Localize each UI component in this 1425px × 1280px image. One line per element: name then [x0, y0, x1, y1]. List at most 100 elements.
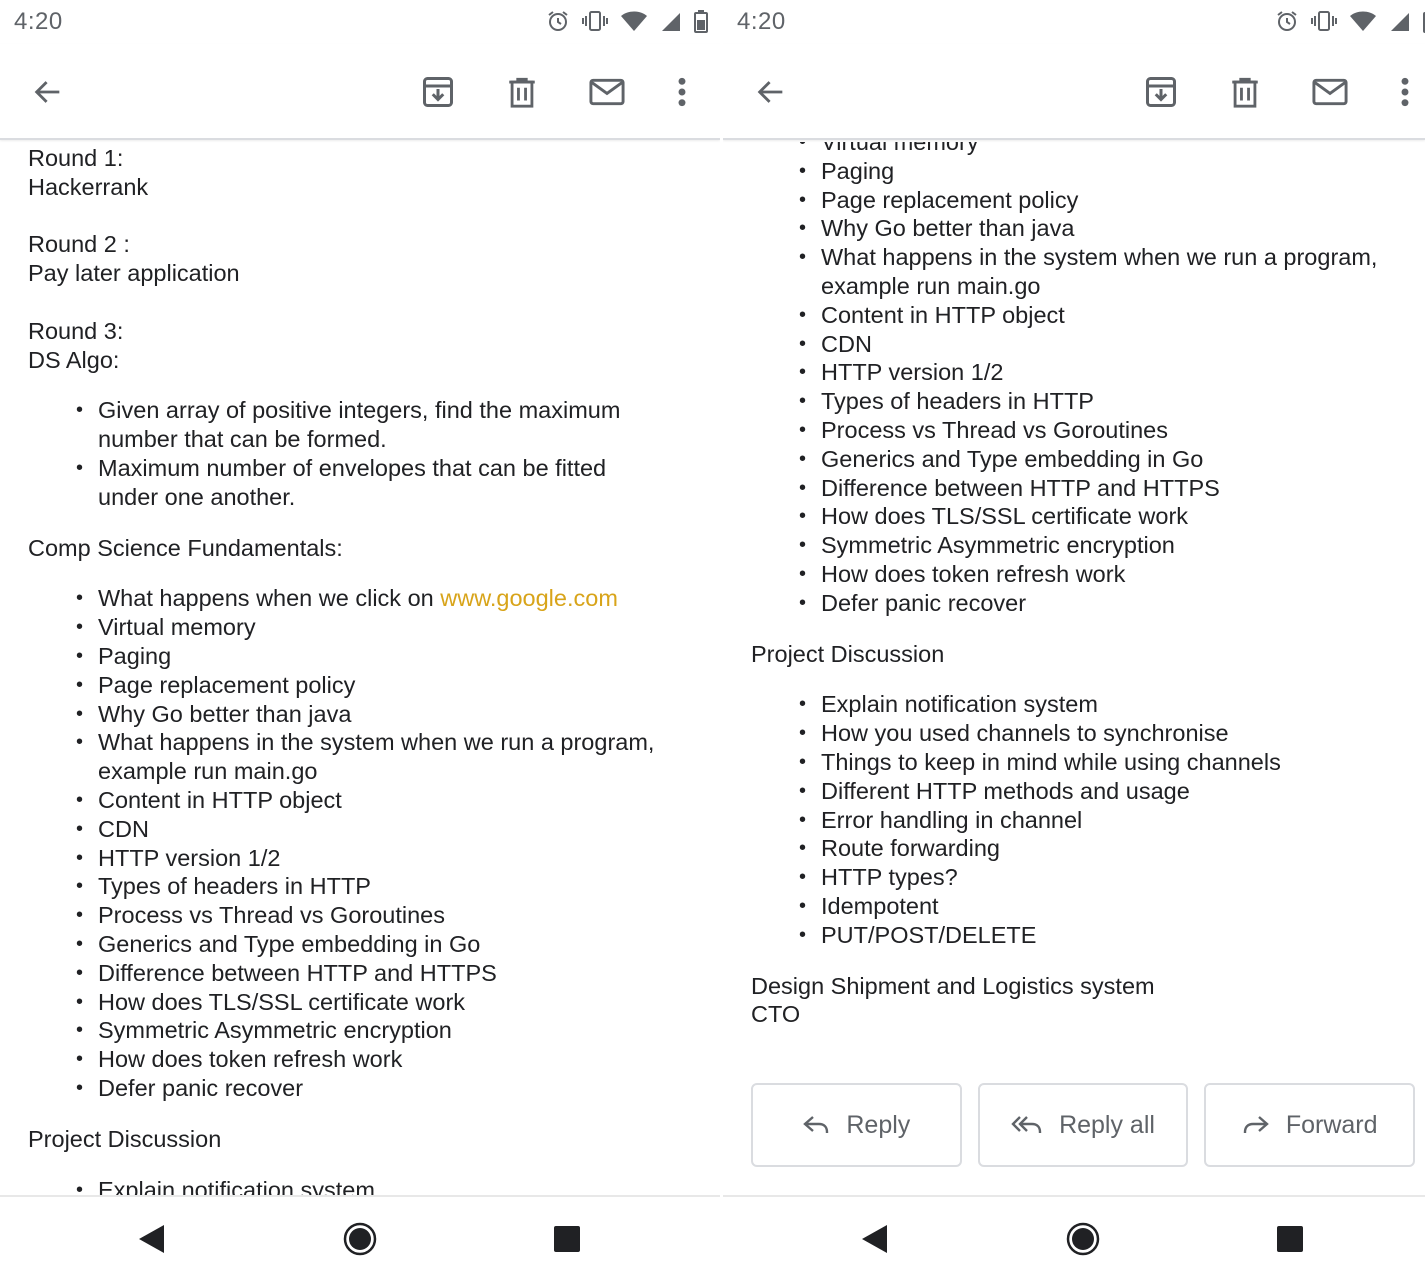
list-item: Defer panic recover	[799, 589, 1415, 618]
more-options-button[interactable]	[1381, 68, 1425, 116]
round3-block: Round 3: DS Algo:	[28, 317, 710, 375]
system-nav-bar	[0, 1195, 720, 1280]
list-item: HTTP version 1/2	[799, 358, 1415, 387]
more-options-button[interactable]	[658, 68, 706, 116]
delete-button[interactable]	[1221, 68, 1269, 116]
reply-label: Reply	[846, 1110, 911, 1139]
list-item: Types of headers in HTTP	[799, 387, 1415, 416]
archive-button[interactable]	[414, 68, 462, 116]
nav-back-icon	[862, 1225, 887, 1253]
list-item: Difference between HTTP and HTTPS	[76, 959, 670, 988]
forward-button[interactable]: Forward	[1204, 1083, 1416, 1167]
system-nav-bar	[723, 1195, 1425, 1280]
nav-back-button[interactable]	[854, 1219, 894, 1259]
list-item: Difference between HTTP and HTTPS	[799, 474, 1415, 503]
status-icons	[1275, 8, 1425, 34]
nav-back-icon	[139, 1225, 164, 1253]
list-item: What happens when we click on www.google…	[76, 584, 670, 613]
list-item: Page replacement policy	[799, 186, 1415, 215]
design-line: Design Shipment and Logistics system	[751, 972, 1155, 999]
list-item: Maximum number of envelopes that can be …	[76, 454, 670, 512]
project-heading-text: Project Discussion	[28, 1125, 222, 1152]
list-item: Process vs Thread vs Goroutines	[76, 901, 670, 930]
mark-unread-button[interactable]	[583, 68, 631, 116]
project-heading: Project Discussion	[28, 1125, 710, 1154]
nav-recent-icon	[1277, 1226, 1303, 1252]
message-body: Round 1: Hackerrank Round 2 : Pay later …	[28, 144, 710, 1195]
signal-icon	[662, 13, 680, 31]
cs-first-text: What happens when we click on	[98, 585, 441, 612]
list-item: How does TLS/SSL certificate work	[799, 502, 1415, 531]
list-item: Process vs Thread vs Goroutines	[799, 416, 1415, 445]
project-heading: Project Discussion	[751, 640, 1415, 669]
reply-all-button[interactable]: Reply all	[977, 1083, 1189, 1167]
list-item: Explain notification system	[76, 1176, 710, 1196]
cs-list: What happens when we click on www.google…	[28, 584, 710, 1102]
cs-heading: Comp Science Fundamentals:	[28, 534, 710, 563]
nav-back-button[interactable]	[131, 1219, 171, 1259]
status-time: 4:20	[737, 8, 786, 35]
list-item: Generics and Type embedding in Go	[799, 445, 1415, 474]
list-item: Defer panic recover	[76, 1074, 670, 1103]
delete-button[interactable]	[498, 68, 546, 116]
nav-home-icon	[343, 1222, 377, 1256]
list-item: Page replacement policy	[76, 671, 670, 700]
mark-unread-button[interactable]	[1306, 68, 1354, 116]
message-toolbar	[723, 44, 1425, 140]
list-item: Explain notification system	[799, 690, 1415, 719]
mail-icon	[589, 78, 625, 106]
forward-label: Forward	[1285, 1110, 1378, 1139]
list-item: Things to keep in mind while using chann…	[799, 748, 1415, 777]
round2-detail: Pay later application	[28, 260, 240, 287]
nav-recent-icon	[554, 1226, 580, 1252]
list-item: HTTP types?	[799, 863, 1415, 892]
round1-block: Round 1: Hackerrank	[28, 144, 710, 202]
archive-icon	[1146, 77, 1176, 107]
reply-icon	[803, 1116, 829, 1133]
reply-button[interactable]: Reply	[751, 1083, 962, 1167]
list-item: Different HTTP methods and usage	[799, 777, 1415, 806]
message-body-viewport[interactable]: Virtual memory Paging Page replacement p…	[723, 142, 1425, 1195]
round1-title: Round 1:	[28, 145, 124, 171]
message-body: Virtual memory Paging Page replacement p…	[751, 142, 1415, 1058]
back-arrow-icon	[757, 81, 783, 103]
round1-detail: Hackerrank	[28, 173, 149, 200]
list-item: Symmetric Asymmetric encryption	[799, 531, 1415, 560]
nav-home-button[interactable]	[1063, 1219, 1103, 1259]
list-item: What happens in the system when we run a…	[76, 728, 670, 786]
left-screen: 4:20 Round 1: Hackerrank Round 2: Pay l…	[0, 0, 720, 1280]
delete-icon	[509, 77, 535, 108]
list-item: Symmetric Asymmetric encryption	[76, 1016, 670, 1045]
more-vert-icon	[678, 77, 686, 107]
wifi-icon	[621, 11, 647, 31]
nav-home-button[interactable]	[340, 1219, 380, 1259]
nav-recent-button[interactable]	[547, 1219, 587, 1259]
wifi-icon	[1350, 11, 1376, 31]
list-item: CDN	[76, 815, 670, 844]
status-icons	[546, 8, 708, 34]
nav-recent-button[interactable]	[1270, 1219, 1310, 1259]
back-button[interactable]	[24, 68, 72, 116]
list-item: Paging	[799, 157, 1415, 186]
cs-list: Virtual memory Paging Page replacement p…	[751, 142, 1415, 618]
project-list: Explain notification system How you used…	[751, 690, 1415, 949]
list-item: CDN	[799, 330, 1415, 359]
archive-icon	[423, 77, 453, 107]
message-toolbar	[0, 44, 720, 140]
back-button[interactable]	[747, 68, 795, 116]
list-item: Route forwarding	[799, 834, 1415, 863]
list-item: Virtual memory	[799, 142, 1415, 157]
list-item: How does token refresh work	[76, 1045, 670, 1074]
mail-icon	[1312, 78, 1348, 106]
google-link[interactable]: www.google.com	[440, 585, 618, 611]
list-item: What happens in the system when we run a…	[799, 243, 1415, 301]
list-item: Given array of positive integers, find t…	[76, 396, 670, 454]
status-bar: 4:20	[0, 0, 720, 44]
list-item: Generics and Type embedding in Go	[76, 930, 670, 959]
design-block: Design Shipment and Logistics system CTO	[751, 972, 1415, 1030]
list-item: Content in HTTP object	[799, 301, 1415, 330]
list-item: Error handling in channel	[799, 806, 1415, 835]
message-body-viewport[interactable]: Round 1: Hackerrank Round 2 : Pay later …	[0, 142, 720, 1195]
archive-button[interactable]	[1137, 68, 1185, 116]
list-item: Why Go better than java	[799, 214, 1415, 243]
